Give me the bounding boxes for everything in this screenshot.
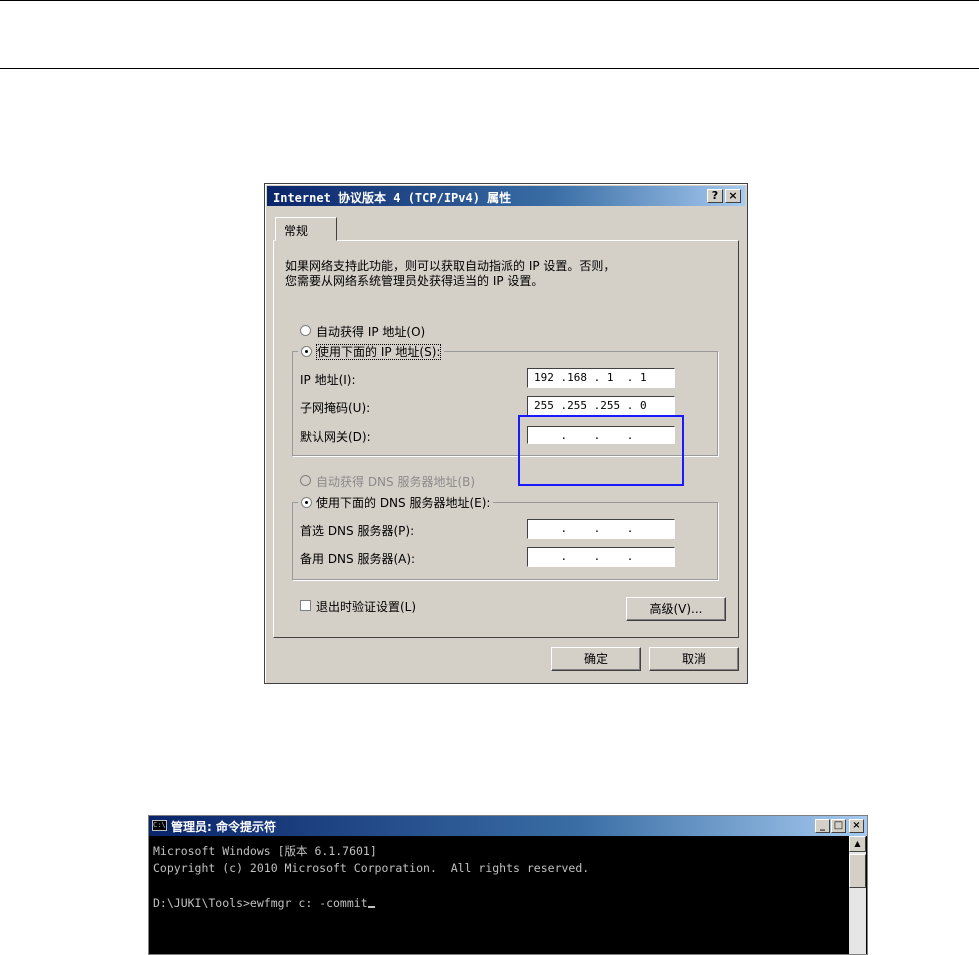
manual-dns-group (292, 502, 718, 580)
command-prompt-window: C:\ 管理员: 命令提示符 _ □ × Microsoft Windows [… (148, 815, 868, 955)
minimize-button[interactable]: _ (815, 819, 830, 833)
validate-settings-checkbox[interactable] (300, 600, 311, 611)
dialog-titlebar: Internet 协议版本 4 (TCP/IPv4) 属性 ? × (267, 186, 745, 206)
preferred-dns-field[interactable]: . . . (527, 519, 675, 539)
preferred-dns-label: 首选 DNS 服务器(P): (300, 524, 415, 538)
console-title: 管理员: 命令提示符 (171, 820, 276, 834)
ipv4-properties-dialog: Internet 协议版本 4 (TCP/IPv4) 属性 ? × 常规 如果网… (264, 183, 748, 684)
subnet-mask-field[interactable]: 255 .255 .255 . 0 (527, 396, 675, 416)
text-cursor (367, 906, 375, 908)
top-rule (0, 0, 979, 1)
maximize-button[interactable]: □ (831, 819, 846, 833)
console-line-3: D:\JUKI\Tools>ewfmgr c: -commit (153, 896, 375, 910)
scroll-thumb[interactable] (849, 854, 866, 888)
tab-general[interactable]: 常规 (275, 217, 337, 241)
auto-dns-label: 自动获得 DNS 服务器地址(B) (316, 475, 476, 489)
help-button[interactable]: ? (707, 189, 723, 203)
manual-dns-radio[interactable] (301, 497, 312, 508)
console-scrollbar[interactable]: ▲ (849, 836, 866, 954)
ok-button[interactable]: 确定 (551, 647, 641, 671)
alternate-dns-label: 备用 DNS 服务器(A): (300, 552, 416, 566)
header-rule (0, 68, 979, 69)
dialog-title: Internet 协议版本 4 (TCP/IPv4) 属性 (273, 191, 512, 205)
manual-dns-label: 使用下面的 DNS 服务器地址(E): (316, 496, 491, 510)
ip-address-label: IP 地址(I): (300, 373, 356, 387)
manual-dns-legend: 使用下面的 DNS 服务器地址(E): (298, 494, 494, 511)
tab-general-label: 常规 (284, 224, 309, 238)
general-panel: 如果网络支持此功能，则可以获取自动指派的 IP 设置。否则， 您需要从网络系统管… (273, 240, 739, 638)
highlight-box (518, 415, 684, 486)
validate-settings-label: 退出时验证设置(L) (316, 600, 417, 614)
close-button[interactable]: × (725, 189, 741, 203)
console-close-button[interactable]: × (849, 819, 864, 833)
gateway-label: 默认网关(D): (300, 430, 371, 444)
cancel-button[interactable]: 取消 (649, 647, 739, 671)
scroll-up-button[interactable]: ▲ (849, 836, 866, 852)
manual-ip-legend: 使用下面的 IP 地址(S): (298, 343, 445, 360)
description-line-2: 您需要从网络系统管理员处获得适当的 IP 设置。 (285, 274, 544, 288)
advanced-button[interactable]: 高级(V)... (626, 597, 726, 621)
console-line-1: Microsoft Windows [版本 6.1.7601] (153, 844, 377, 858)
console-icon: C:\ (152, 820, 167, 831)
ip-address-field[interactable]: 192 .168 . 1 . 1 (527, 368, 675, 388)
manual-ip-label: 使用下面的 IP 地址(S): (316, 344, 442, 360)
console-titlebar: C:\ 管理员: 命令提示符 _ □ × (149, 816, 867, 836)
console-command: D:\JUKI\Tools>ewfmgr c: -commit (153, 896, 368, 910)
manual-ip-radio[interactable] (301, 346, 312, 357)
subnet-mask-label: 子网掩码(U): (300, 401, 371, 415)
console-line-2: Copyright (c) 2010 Microsoft Corporation… (153, 861, 590, 875)
alternate-dns-field[interactable]: . . . (527, 547, 675, 567)
auto-dns-radio[interactable] (300, 475, 311, 486)
auto-ip-label: 自动获得 IP 地址(O) (316, 325, 426, 339)
auto-ip-radio[interactable] (300, 325, 311, 336)
